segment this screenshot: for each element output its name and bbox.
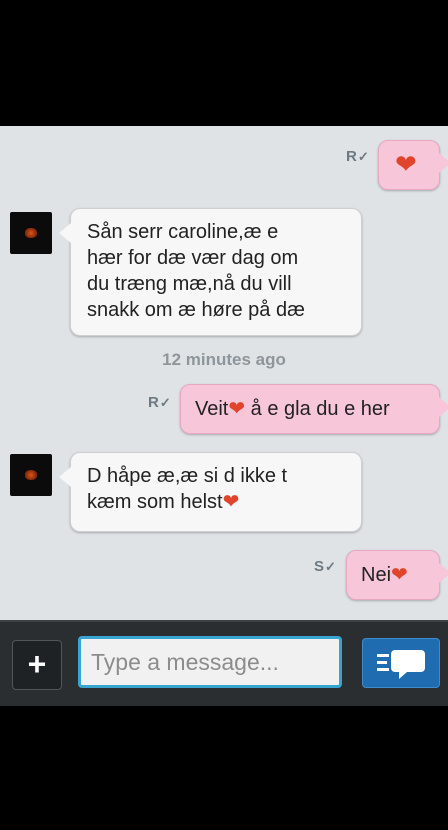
conversation-area: R✓ ❤ Sån serr caroline,æ e hær for dæ væ… — [0, 126, 448, 620]
message-line: snakk om æ høre på dæ — [87, 299, 305, 321]
incoming-message[interactable]: Sån serr caroline,æ e hær for dæ vær dag… — [59, 208, 362, 336]
message-text: Nei — [361, 564, 392, 586]
read-status: R✓ — [346, 148, 369, 165]
checkmark-icon: ✓ — [159, 395, 171, 410]
add-attachment-button[interactable]: + — [12, 640, 62, 690]
status-letter: S — [314, 558, 325, 575]
message-line: Sån serr caroline,æ e — [87, 221, 279, 243]
message-line: D håpe æ,æ si d ikke t — [87, 465, 288, 487]
read-status: R✓ — [148, 394, 171, 411]
checkmark-icon: ✓ — [325, 559, 336, 574]
message-text: Veit — [195, 398, 229, 420]
compose-bar: + — [0, 620, 448, 706]
avatar[interactable] — [10, 212, 52, 254]
outgoing-message[interactable]: ❤ — [378, 140, 448, 190]
message-line: du træng mæ,nå du vill — [87, 273, 292, 295]
avatar[interactable] — [10, 454, 52, 496]
heart-emoji: ❤ — [222, 491, 240, 513]
heart-emoji: ❤ — [228, 398, 246, 420]
message-timestamp: 12 minutes ago — [162, 350, 286, 369]
chat-send-icon — [377, 650, 425, 679]
checkmark-icon: ✓ — [357, 149, 369, 164]
heart-emoji: ❤ — [395, 149, 417, 179]
message-line: hær for dæ vær dag om — [87, 247, 299, 269]
plus-icon: + — [27, 646, 47, 682]
message-input[interactable] — [78, 636, 342, 688]
message-line: kæm som helst — [87, 491, 223, 513]
incoming-message[interactable]: D håpe æ,æ si d ikke t kæm som helst❤ — [59, 452, 362, 532]
send-button[interactable] — [362, 638, 440, 688]
status-letter: R — [148, 394, 159, 411]
outgoing-message[interactable]: Nei❤ — [346, 550, 448, 600]
sent-status: S✓ — [314, 558, 336, 575]
outgoing-message[interactable]: Veit❤ å e gla du e her — [180, 384, 448, 434]
message-text: å e gla du e her — [245, 398, 390, 420]
heart-emoji: ❤ — [391, 564, 408, 586]
status-letter: R — [346, 148, 357, 165]
